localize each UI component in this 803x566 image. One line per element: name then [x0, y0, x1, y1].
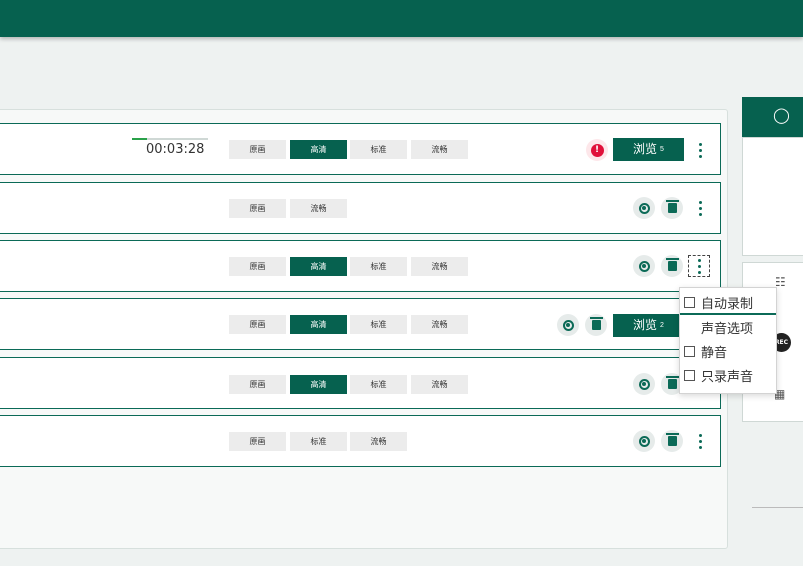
quality-smooth-button[interactable]: 流畅 — [411, 315, 468, 334]
more-vertical-icon[interactable] — [693, 140, 707, 160]
more-vertical-icon[interactable] — [693, 431, 707, 451]
record-icon — [562, 319, 574, 331]
record-icon — [638, 435, 650, 447]
trash-icon — [589, 317, 603, 330]
quality-original-button[interactable]: 原画 — [229, 140, 286, 159]
quality-smooth-button[interactable]: 流畅 — [411, 375, 468, 394]
quality-original-button[interactable]: 原画 — [229, 257, 286, 276]
quality-hd-button[interactable]: 高清 — [290, 257, 347, 276]
checkbox-icon[interactable] — [684, 370, 695, 381]
trash-icon — [665, 433, 679, 446]
quality-sd-button[interactable]: 标准 — [350, 257, 407, 276]
record-button[interactable] — [633, 430, 655, 452]
quality-sd-button[interactable]: 标准 — [350, 315, 407, 334]
quality-smooth-button[interactable]: 流畅 — [411, 140, 468, 159]
menu-item-label: 自动录制 — [701, 297, 754, 312]
record-icon — [638, 378, 650, 390]
delete-button[interactable] — [585, 314, 607, 336]
delete-button[interactable] — [661, 430, 683, 452]
quality-hd-button[interactable]: 高清 — [290, 140, 347, 159]
alert-icon: ! — [590, 143, 604, 157]
menu-item-audio-only[interactable]: 只录声音 — [684, 366, 753, 385]
record-icon — [638, 202, 650, 214]
checkbox-icon[interactable] — [684, 346, 695, 357]
quality-original-button[interactable]: 原画 — [229, 432, 286, 451]
quality-original-button[interactable]: 原画 — [229, 315, 286, 334]
quality-smooth-button[interactable]: 流畅 — [290, 199, 347, 218]
top-app-bar — [0, 0, 803, 37]
quality-sd-button[interactable]: 标准 — [290, 432, 347, 451]
quality-hd-button[interactable]: 高清 — [290, 375, 347, 394]
quality-smooth-button[interactable]: 流畅 — [350, 432, 407, 451]
menu-item-label: 静音 — [701, 346, 728, 361]
trash-icon — [665, 258, 679, 271]
user-circle-icon: ◯ — [773, 106, 790, 124]
view-button[interactable]: 浏览 2 — [613, 314, 684, 337]
quality-sd-button[interactable]: 标准 — [350, 140, 407, 159]
quality-sd-button[interactable]: 标准 — [350, 375, 407, 394]
delete-button[interactable] — [661, 197, 683, 219]
record-button[interactable] — [633, 373, 655, 395]
sidebar-divider — [752, 507, 803, 508]
more-vertical-icon[interactable] — [693, 198, 707, 218]
record-icon — [638, 260, 650, 272]
menu-section-label: 声音选项 — [701, 322, 754, 337]
viewer-count: 2 — [660, 322, 664, 329]
viewer-count: 5 — [660, 146, 664, 153]
menu-item-auto-record[interactable]: 自动录制 — [684, 293, 753, 312]
quality-original-button[interactable]: 原画 — [229, 199, 286, 218]
more-options-menu: 自动录制 声音选项 静音 只录声音 — [679, 287, 777, 394]
quality-smooth-button[interactable]: 流畅 — [411, 257, 468, 276]
menu-section-audio-options: 声音选项 — [701, 318, 753, 337]
delete-button[interactable] — [661, 255, 683, 277]
checkbox-icon[interactable] — [684, 297, 695, 308]
menu-item-label: 只录声音 — [701, 370, 754, 385]
view-button-label: 浏览 — [633, 318, 658, 332]
record-button[interactable] — [633, 255, 655, 277]
progress-fill — [132, 138, 148, 140]
record-button[interactable] — [633, 197, 655, 219]
menu-divider — [680, 313, 776, 315]
stream-row — [0, 182, 721, 234]
record-button[interactable] — [557, 314, 579, 336]
view-button[interactable]: 浏览 5 — [613, 138, 684, 161]
quality-original-button[interactable]: 原画 — [229, 375, 286, 394]
more-vertical-icon[interactable] — [688, 255, 710, 277]
sidebar-card — [742, 137, 803, 256]
view-button-label: 浏览 — [633, 142, 658, 156]
stream-progress-bar — [132, 138, 208, 140]
trash-icon — [665, 200, 679, 213]
elapsed-timer: 00:03:28 — [146, 142, 205, 157]
trash-icon — [665, 376, 679, 389]
alert-button[interactable]: ! — [586, 139, 608, 161]
quality-hd-button[interactable]: 高清 — [290, 315, 347, 334]
menu-item-mute[interactable]: 静音 — [684, 342, 727, 361]
